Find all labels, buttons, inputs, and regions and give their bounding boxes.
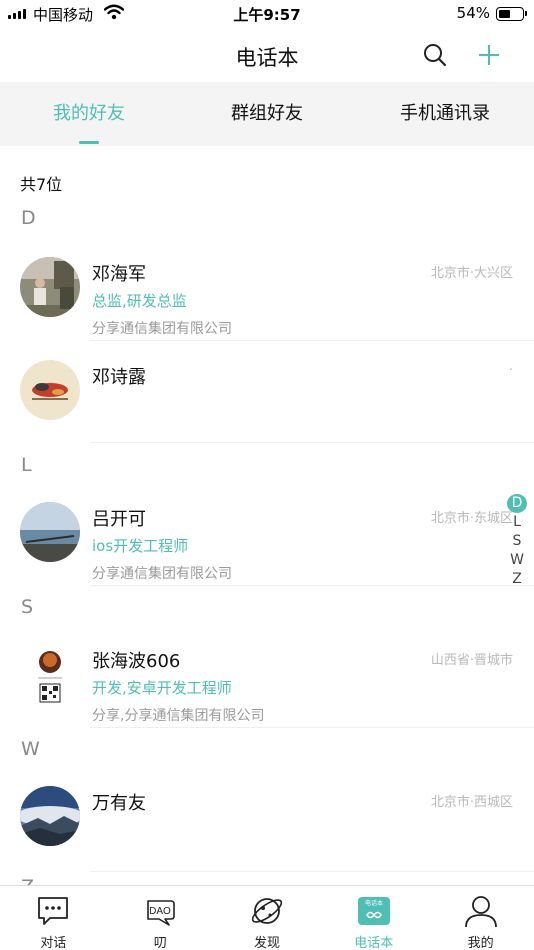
contact-company: 分享通信集团有限公司 <box>92 566 232 582</box>
contact-location: 北京市·大兴区 <box>430 266 513 281</box>
contact-row[interactable]: 张海波606 开发,安卓开发工程师 分享,分享通信集团有限公司 山西省·晋城市 <box>0 632 534 728</box>
tab-label: 手机通讯录 <box>400 103 490 124</box>
search-icon[interactable] <box>422 42 448 68</box>
contact-row[interactable]: 邓海军 总监,研发总监 分享通信集团有限公司 北京市·大兴区 <box>0 247 534 341</box>
contact-tabs: 我的好友 群组好友 手机通讯录 <box>0 82 534 146</box>
section-header-w: W <box>21 738 40 760</box>
contact-name: 吕开可 <box>92 509 146 530</box>
tab-chat[interactable]: 对话 <box>0 886 107 950</box>
tab-label: 叨 <box>153 936 167 950</box>
contact-name: 张海波606 <box>92 651 181 672</box>
row-divider <box>90 727 534 728</box>
tab-phone-contacts[interactable]: 手机通讯录 <box>356 82 534 146</box>
contact-row[interactable]: 吕开可 ios开发工程师 分享通信集团有限公司 北京市·东城区 <box>0 490 534 586</box>
planet-icon <box>250 894 284 928</box>
plus-icon[interactable] <box>476 42 502 68</box>
tab-label: 我的 <box>467 936 494 950</box>
index-letter-d[interactable]: D <box>507 494 527 513</box>
section-header-d: D <box>21 207 36 229</box>
avatar <box>20 786 80 846</box>
contact-name: 邓海军 <box>92 264 146 285</box>
section-header-l: L <box>21 454 32 476</box>
row-divider <box>90 585 534 586</box>
avatar <box>20 360 80 420</box>
tab-dao[interactable]: DAO 叨 <box>107 886 214 950</box>
row-divider <box>90 442 534 443</box>
section-header-z: Z <box>21 876 34 885</box>
contact-title: ios开发工程师 <box>92 537 189 555</box>
phonebook-icon-text: 电话本 <box>365 899 383 907</box>
person-icon <box>464 894 498 928</box>
tab-group-friends[interactable]: 群组好友 <box>178 82 356 146</box>
page-title: 电话本 <box>235 46 299 70</box>
active-tab-indicator <box>79 141 99 144</box>
phonebook-icon: 电话本 <box>357 894 391 928</box>
contact-name: 万有友 <box>92 793 146 814</box>
tab-label: 电话本 <box>354 936 394 950</box>
tab-label: 对话 <box>40 936 67 950</box>
tab-me[interactable]: 我的 <box>427 886 534 950</box>
dao-icon-text: DAO <box>149 906 171 917</box>
contact-location: 山西省·晋城市 <box>430 653 513 668</box>
status-time: 上午9:57 <box>233 6 301 24</box>
contact-row[interactable]: 邓诗露 · <box>0 341 534 443</box>
row-divider <box>90 871 534 872</box>
contact-location: · <box>508 363 513 378</box>
contact-company: 分享通信集团有限公司 <box>92 321 232 337</box>
contact-count: 共7位 <box>20 175 63 194</box>
contact-location: 北京市·西城区 <box>430 795 513 810</box>
status-bar: 中国移动 上午9:57 54% <box>0 0 534 28</box>
index-letter-z[interactable]: Z <box>507 570 527 589</box>
tab-my-friends[interactable]: 我的好友 <box>0 82 178 146</box>
tab-discover[interactable]: 发现 <box>214 886 321 950</box>
index-letter-s[interactable]: S <box>507 532 527 551</box>
avatar <box>20 644 80 704</box>
battery-percent: 54% <box>456 4 490 22</box>
battery-level <box>499 10 510 18</box>
contact-title: 开发,安卓开发工程师 <box>92 679 232 697</box>
dao-icon: DAO <box>143 894 177 928</box>
tab-label: 群组好友 <box>231 103 303 124</box>
tab-label: 我的好友 <box>53 103 125 124</box>
tab-phonebook[interactable]: 电话本 电话本 <box>320 886 427 950</box>
contact-location: 北京市·东城区 <box>430 511 513 526</box>
avatar <box>20 257 80 317</box>
bottom-tab-bar: 对话 DAO 叨 发现 电话本 电话本 我的 <box>0 885 534 950</box>
section-header-s: S <box>21 596 34 618</box>
index-letter-w[interactable]: W <box>507 551 527 570</box>
contact-row[interactable]: 万有友 北京市·西城区 <box>0 774 534 872</box>
alphabet-index-bar[interactable]: D L S W Z <box>507 494 529 589</box>
tab-label: 发现 <box>253 936 280 950</box>
chat-bubble-icon <box>36 894 70 928</box>
nav-bar: 电话本 <box>0 28 534 82</box>
battery-icon <box>496 7 527 21</box>
index-letter-l[interactable]: L <box>507 513 527 532</box>
avatar <box>20 502 80 562</box>
contact-title: 总监,研发总监 <box>92 292 187 310</box>
contact-name: 邓诗露 <box>92 367 146 388</box>
contact-company: 分享,分享通信集团有限公司 <box>92 708 265 724</box>
